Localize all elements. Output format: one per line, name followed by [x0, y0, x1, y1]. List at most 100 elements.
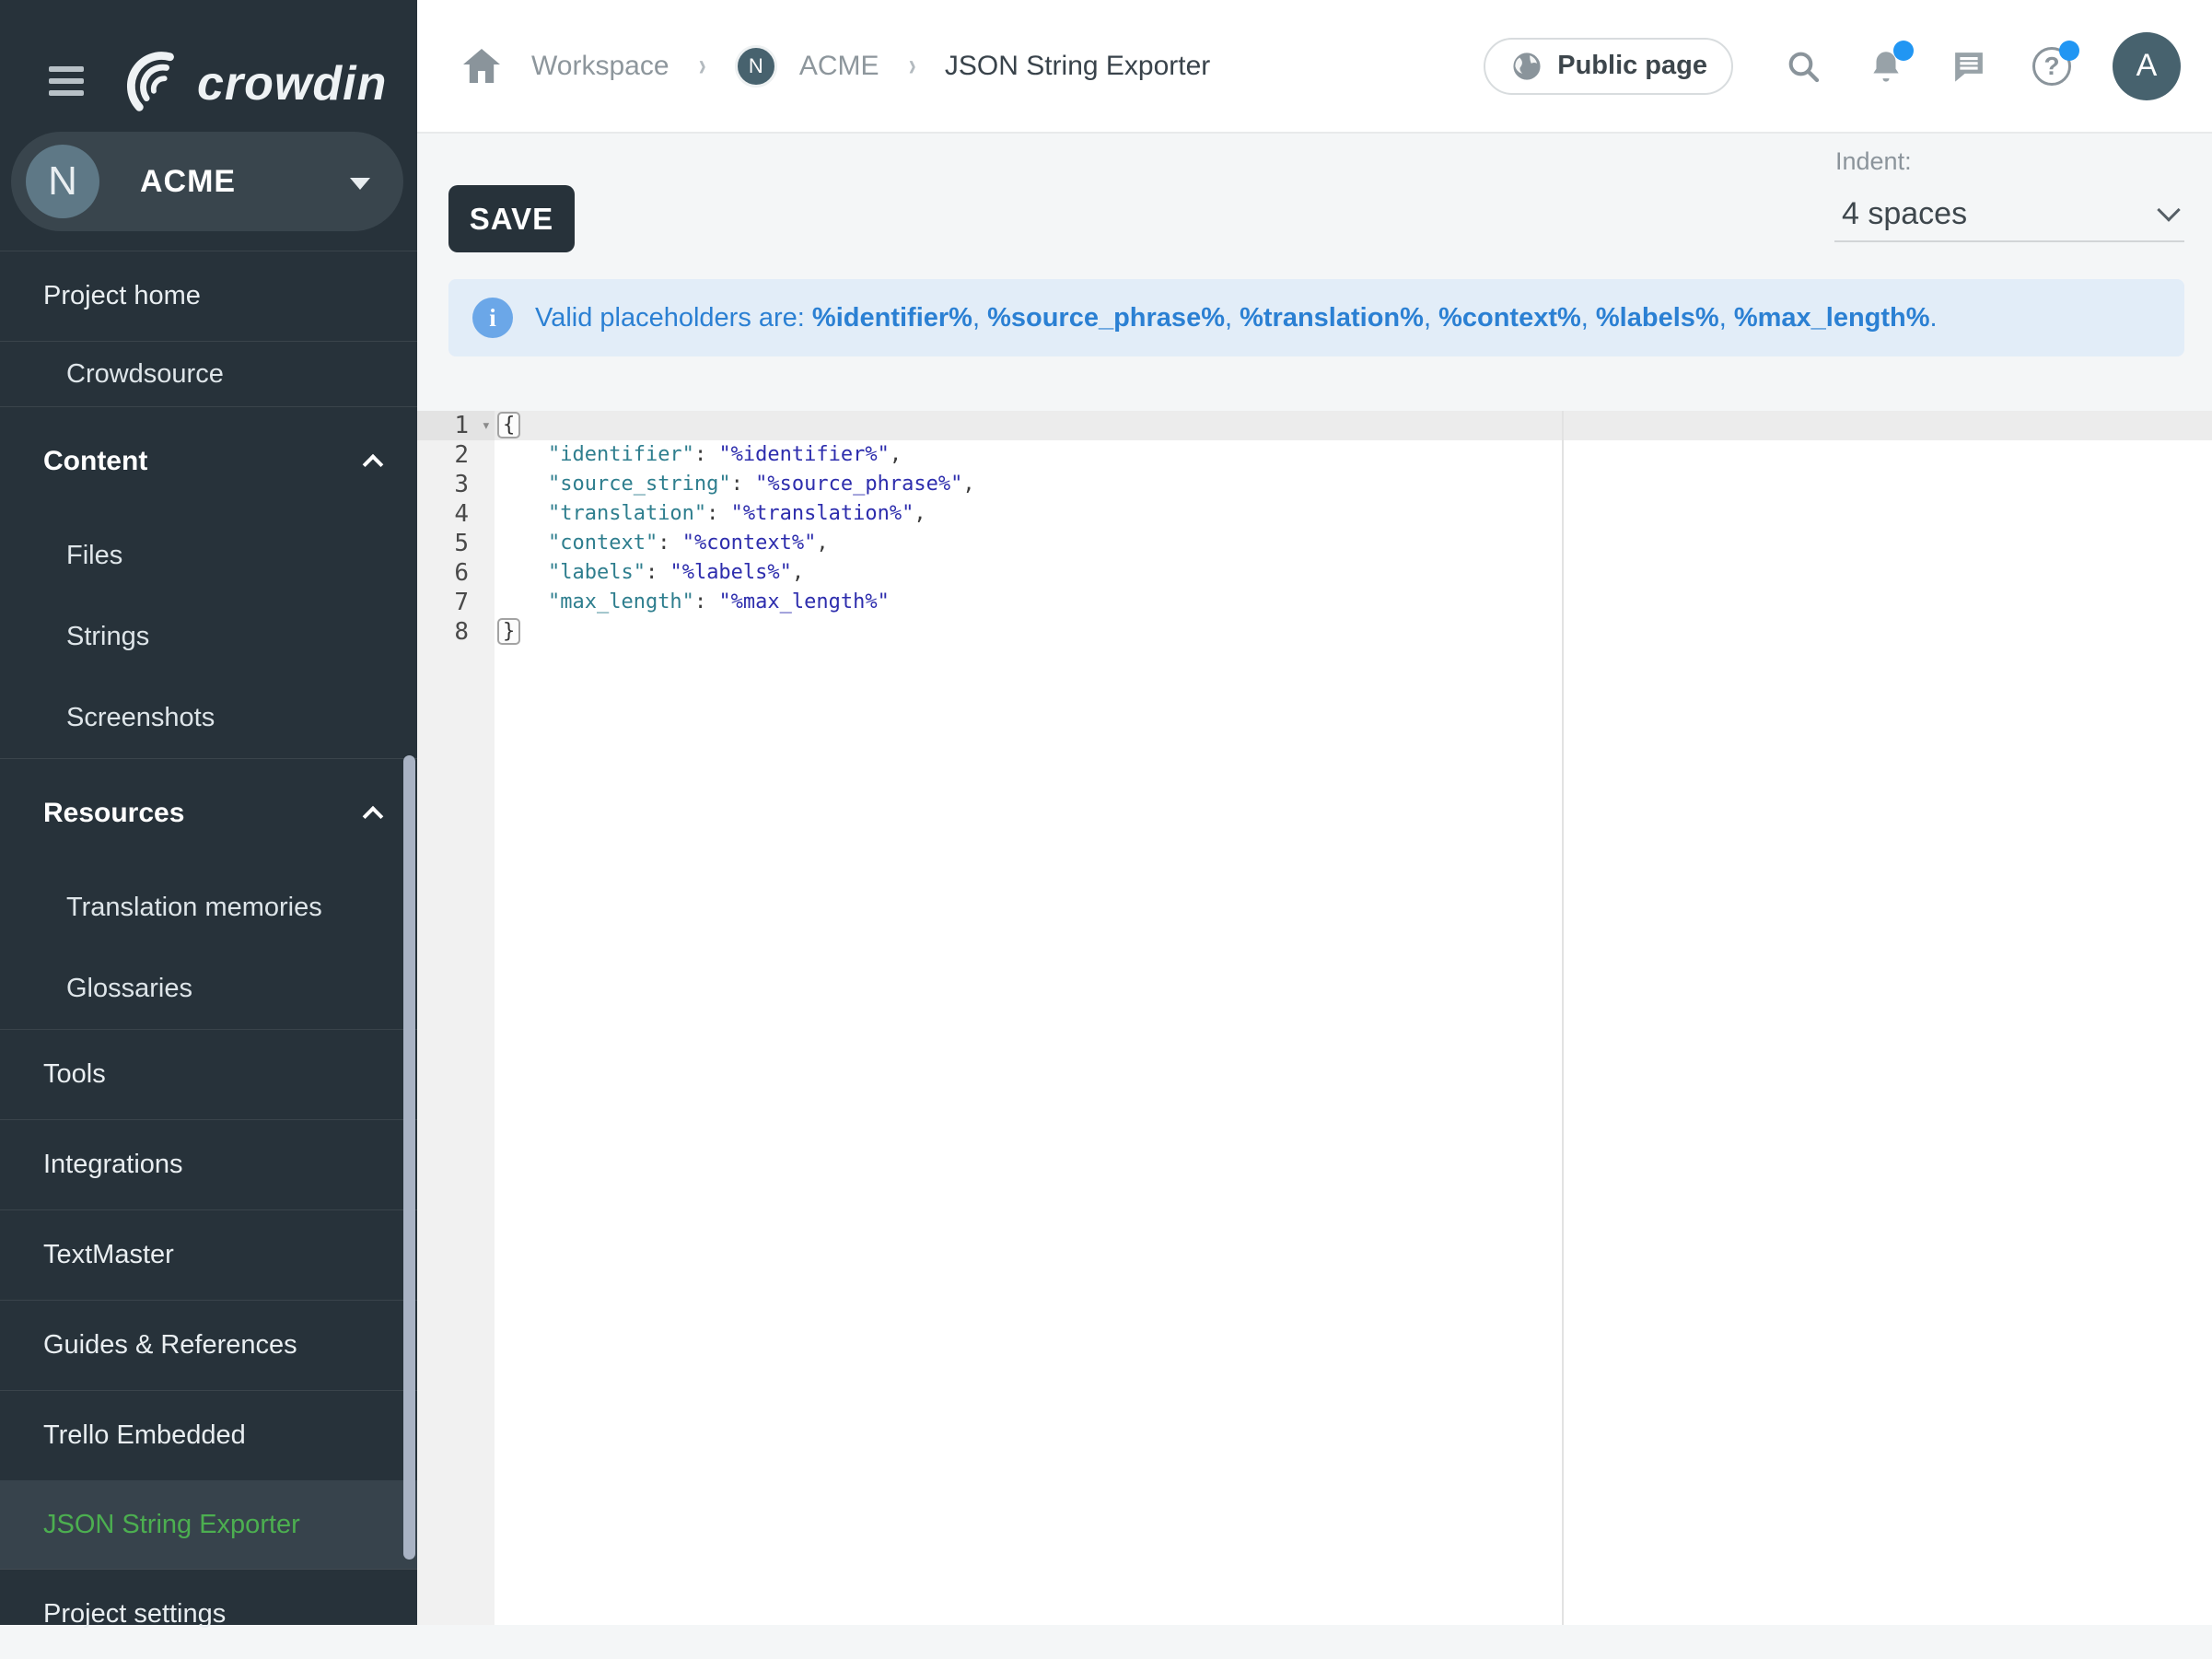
sidebar: crowdin N ACME Project home Crowdsource … [0, 0, 417, 1625]
sidebar-item-translation-memories[interactable]: Translation memories [0, 867, 417, 948]
code-token-ws [499, 502, 548, 525]
app-root: crowdin N ACME Project home Crowdsource … [0, 0, 2212, 1625]
code-line[interactable]: 7 "max_length": "%max_length%" [417, 588, 2212, 617]
line-number[interactable]: 6 [417, 558, 495, 588]
code-line[interactable]: 6 "labels": "%labels%", [417, 558, 2212, 588]
sidebar-item-label: Translation memories [66, 893, 322, 923]
chevron-up-icon [363, 805, 384, 826]
sidebar-item-trello-embedded[interactable]: Trello Embedded [0, 1390, 417, 1480]
user-avatar[interactable]: A [2113, 32, 2181, 100]
globe-icon [1509, 49, 1544, 84]
home-icon[interactable] [460, 44, 504, 88]
chevron-down-icon [350, 178, 370, 190]
code-text[interactable]: } [495, 617, 2212, 647]
code-token-key: "labels" [548, 561, 646, 584]
code-text[interactable]: "context": "%context%", [495, 529, 2212, 558]
search-icon [1785, 48, 1822, 85]
sidebar-item-guides-references[interactable]: Guides & References [0, 1300, 417, 1390]
workspace-avatar: N [26, 145, 99, 218]
breadcrumb-project[interactable]: N ACME [735, 45, 879, 88]
messages-button[interactable] [1947, 44, 1991, 88]
sidebar-item-label: TextMaster [43, 1240, 174, 1270]
breadcrumb-current-page: JSON String Exporter [945, 51, 1210, 82]
chevron-right-icon: › [908, 48, 915, 84]
line-number[interactable]: 1▾ [417, 411, 495, 440]
project-avatar: N [735, 45, 777, 88]
sidebar-item-label: Tools [43, 1059, 106, 1090]
sidebar-item-textmaster[interactable]: TextMaster [0, 1209, 417, 1300]
crowdin-logo-icon [116, 48, 188, 120]
line-number[interactable]: 5 [417, 529, 495, 558]
code-line[interactable]: 5 "context": "%context%", [417, 529, 2212, 558]
breadcrumb-workspace[interactable]: Workspace [531, 51, 669, 82]
hamburger-menu-icon[interactable] [49, 66, 84, 101]
code-text[interactable]: "translation": "%translation%", [495, 499, 2212, 529]
sidebar-item-files[interactable]: Files [0, 515, 417, 596]
code-text[interactable]: "identifier": "%identifier%", [495, 440, 2212, 470]
workspace-name: ACME [140, 164, 236, 200]
sidebar-item-integrations[interactable]: Integrations [0, 1119, 417, 1209]
banner-text: Valid placeholders are: %identifier%, %s… [535, 303, 1938, 333]
sidebar-menu: Project home Crowdsource Content Files S… [0, 251, 417, 1659]
sidebar-item-tools[interactable]: Tools [0, 1029, 417, 1119]
code-token-key: "translation" [548, 502, 706, 525]
line-number[interactable]: 3 [417, 470, 495, 499]
help-button[interactable]: ? [2030, 44, 2074, 88]
code-token-ws [499, 443, 548, 466]
sidebar-item-screenshots[interactable]: Screenshots [0, 677, 417, 758]
public-page-button[interactable]: Public page [1484, 38, 1733, 95]
workspace-selector[interactable]: N ACME [11, 132, 403, 231]
header-actions: Public page [1484, 0, 2181, 132]
code-line[interactable]: 2 "identifier": "%identifier%", [417, 440, 2212, 470]
code-token-str: "%context%" [682, 532, 817, 555]
sidebar-header: crowdin [0, 0, 417, 132]
sidebar-item-label: Strings [66, 622, 149, 652]
sidebar-item-json-string-exporter[interactable]: JSON String Exporter [0, 1480, 417, 1569]
line-number[interactable]: 4 [417, 499, 495, 529]
chevron-right-icon: › [698, 48, 705, 84]
save-button[interactable]: SAVE [448, 185, 575, 252]
code-token-p: : [694, 590, 719, 613]
code-token-p: : [706, 502, 731, 525]
code-editor[interactable]: 1▾{2 "identifier": "%identifier%",3 "sou… [417, 411, 2212, 1625]
sidebar-item-project-home[interactable]: Project home [0, 251, 417, 341]
chat-icon [1950, 47, 1988, 86]
code-line[interactable]: 8} [417, 617, 2212, 647]
code-token-brace: } [497, 618, 520, 645]
sidebar-item-crowdsource[interactable]: Crowdsource [0, 341, 417, 406]
sidebar-section-content[interactable]: Content [0, 406, 417, 515]
sidebar-section-label: Content [43, 446, 147, 477]
code-token-p: , [962, 473, 974, 496]
sidebar-item-label: Project home [43, 281, 201, 311]
notifications-button[interactable] [1864, 44, 1908, 88]
code-token-p: : [658, 532, 682, 555]
crowdin-logo[interactable]: crowdin [116, 48, 387, 120]
code-line[interactable]: 3 "source_string": "%source_phrase%", [417, 470, 2212, 499]
code-text[interactable]: "source_string": "%source_phrase%", [495, 470, 2212, 499]
search-button[interactable] [1781, 44, 1825, 88]
code-token-ws [499, 561, 548, 584]
sidebar-item-project-settings[interactable]: Project settings [0, 1569, 417, 1659]
line-number[interactable]: 8 [417, 617, 495, 647]
code-line[interactable]: 4 "translation": "%translation%", [417, 499, 2212, 529]
line-number[interactable]: 7 [417, 588, 495, 617]
code-text[interactable]: { [495, 411, 2212, 440]
code-text[interactable]: "max_length": "%max_length%" [495, 588, 2212, 617]
sidebar-scrollbar[interactable] [403, 755, 415, 1560]
code-token-p: : [731, 473, 756, 496]
notification-badge [1893, 41, 1914, 61]
code-token-p: , [792, 561, 804, 584]
sidebar-section-label: Resources [43, 798, 184, 829]
breadcrumb-project-name: ACME [799, 51, 879, 82]
sidebar-section-resources[interactable]: Resources [0, 758, 417, 867]
indent-select[interactable]: 4 spaces [1834, 187, 2184, 242]
sidebar-item-glossaries[interactable]: Glossaries [0, 948, 417, 1029]
placeholder-token: %labels% [1596, 303, 1719, 333]
code-line[interactable]: 1▾{ [417, 411, 2212, 440]
code-text[interactable]: "labels": "%labels%", [495, 558, 2212, 588]
fold-arrow-icon[interactable]: ▾ [482, 411, 491, 440]
line-number[interactable]: 2 [417, 440, 495, 470]
code-token-str: "%labels%" [669, 561, 791, 584]
code-token-p: , [816, 532, 828, 555]
sidebar-item-strings[interactable]: Strings [0, 596, 417, 677]
